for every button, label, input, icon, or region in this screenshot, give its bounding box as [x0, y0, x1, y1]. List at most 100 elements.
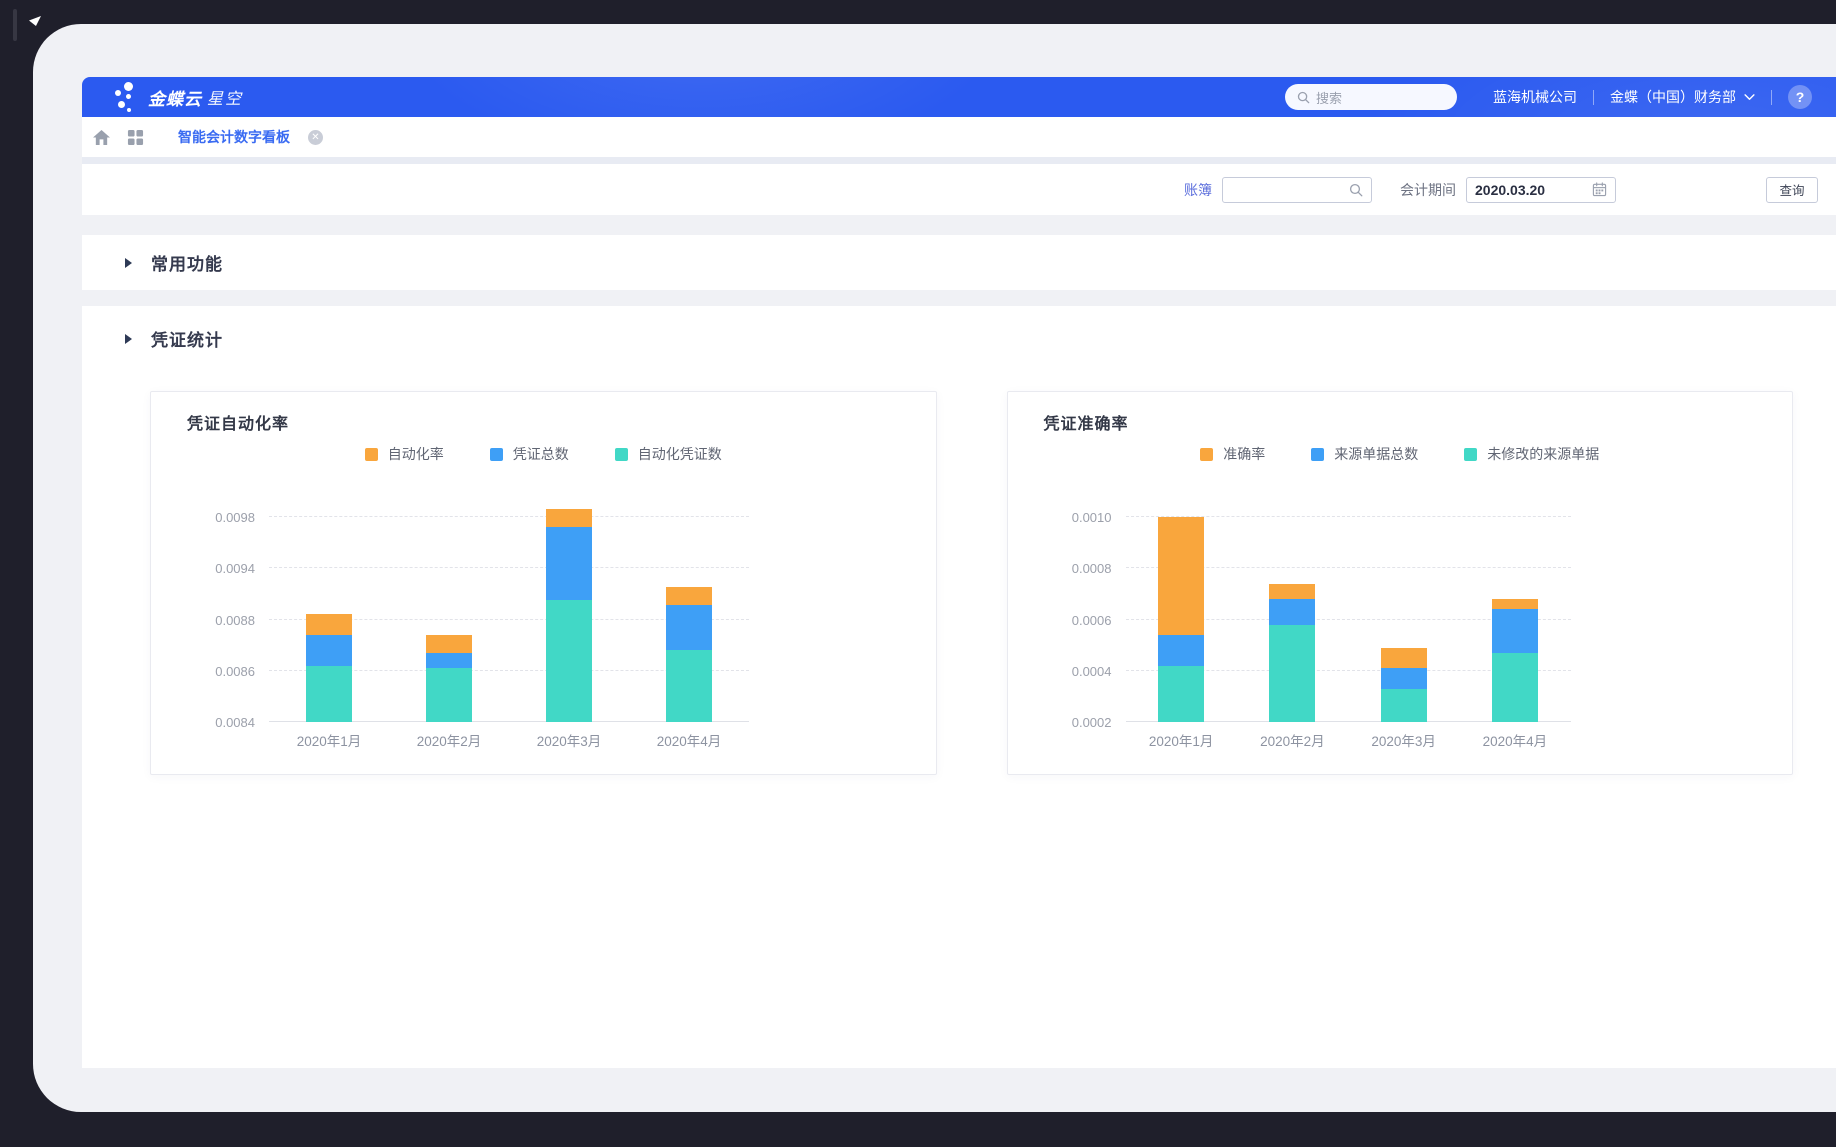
bar-slot [1459, 490, 1570, 722]
expand-arrow-icon[interactable] [125, 258, 132, 268]
y-tick-label: 0.0004 [1042, 664, 1112, 679]
tab-smart-accounting-dashboard[interactable]: 智能会计数字看板 ✕ [178, 127, 323, 147]
bar-segment [1269, 584, 1315, 599]
y-tick-label: 0.0010 [1042, 510, 1112, 525]
chart-card-automation-rate: 凭证自动化率 自动化率凭证总数自动化凭证数 0.00840.00860.0088… [150, 391, 937, 775]
legend-swatch-icon [615, 448, 628, 461]
x-tick-label: 2020年3月 [1348, 730, 1459, 750]
x-axis-labels: 2020年1月2020年2月2020年3月2020年4月 [1126, 730, 1571, 750]
legend-item[interactable]: 自动化率 [365, 444, 444, 464]
x-axis-labels: 2020年1月2020年2月2020年3月2020年4月 [269, 730, 749, 750]
y-tick-label: 0.0008 [1042, 561, 1112, 576]
bar-segment [1158, 666, 1204, 722]
user-org-dropdown[interactable]: 金蝶（中国）财务部 [1610, 87, 1755, 107]
period-input[interactable] [1475, 182, 1592, 198]
book-lookup-field[interactable] [1222, 177, 1372, 203]
bar-segment [666, 587, 712, 605]
stacked-bar[interactable] [666, 587, 712, 722]
common-functions-title: 常用功能 [151, 250, 223, 275]
chart-title: 凭证自动化率 [187, 410, 289, 434]
legend-label: 自动化率 [388, 444, 444, 464]
bar-slot [1237, 490, 1348, 722]
legend-item[interactable]: 准确率 [1200, 444, 1265, 464]
legend-swatch-icon [490, 448, 503, 461]
search-icon [1297, 91, 1310, 104]
legend-swatch-icon [1464, 448, 1477, 461]
legend-label: 来源单据总数 [1334, 444, 1418, 464]
x-tick-label: 2020年2月 [1237, 730, 1348, 750]
bar-segment [546, 600, 592, 722]
app-grid-icon[interactable] [118, 117, 152, 157]
help-icon[interactable]: ? [1788, 85, 1812, 109]
legend-item[interactable]: 来源单据总数 [1311, 444, 1418, 464]
tab-label: 智能会计数字看板 [178, 127, 290, 147]
bar-segment [546, 509, 592, 527]
legend-label: 凭证总数 [513, 444, 569, 464]
y-tick-label: 0.0088 [185, 613, 255, 628]
y-tick-label: 0.0086 [185, 664, 255, 679]
bar-segment [666, 605, 712, 650]
stacked-bar[interactable] [1269, 584, 1315, 722]
logo-text-bold: 金蝶云 [148, 85, 202, 110]
panel-common-functions: 常用功能 [82, 235, 1836, 290]
bar-segment [306, 666, 352, 722]
book-input[interactable] [1231, 182, 1349, 198]
bar-segment [1381, 689, 1427, 722]
nav-divider [1593, 90, 1594, 105]
period-date-field[interactable] [1466, 177, 1616, 203]
calendar-icon[interactable] [1592, 182, 1607, 197]
period-label: 会计期间 [1400, 180, 1456, 200]
voucher-statistics-header[interactable]: 凭证统计 [82, 306, 1836, 351]
common-functions-header[interactable]: 常用功能 [82, 250, 223, 275]
y-tick-label: 0.0002 [1042, 715, 1112, 730]
x-tick-label: 2020年1月 [269, 730, 389, 750]
legend-item[interactable]: 自动化凭证数 [615, 444, 722, 464]
bar-segment [1269, 625, 1315, 722]
bar-slot [269, 490, 389, 722]
bar-segment [426, 635, 472, 653]
stacked-bar[interactable] [426, 635, 472, 722]
plot-area: 0.00840.00860.00880.00940.0098 [269, 490, 749, 722]
bar-segment [1492, 599, 1538, 609]
section-divider [82, 157, 1836, 164]
stacked-bar[interactable] [1492, 599, 1538, 722]
chart-legend: 自动化率 凭证总数 自动化凭证数 [151, 444, 936, 464]
nav-divider [1771, 90, 1772, 105]
chart-legend: 准确率 来源单据总数 未修改的来源单据 [1008, 444, 1793, 464]
company-name[interactable]: 蓝海机械公司 [1493, 87, 1577, 107]
bar-segment [426, 668, 472, 722]
lookup-search-icon[interactable] [1349, 183, 1363, 197]
home-icon[interactable] [84, 117, 118, 157]
y-tick-label: 0.0006 [1042, 613, 1112, 628]
stacked-bar[interactable] [546, 509, 592, 722]
stacked-bar[interactable] [1381, 648, 1427, 722]
screenshot-stage: { "navbar": { "logo_text_bold": "金蝶云", "… [0, 0, 1836, 1147]
x-tick-label: 2020年3月 [509, 730, 629, 750]
legend-label: 准确率 [1223, 444, 1265, 464]
expand-arrow-icon[interactable] [125, 334, 132, 344]
legend-label: 自动化凭证数 [638, 444, 722, 464]
stacked-bar[interactable] [306, 614, 352, 722]
bar-slot [1348, 490, 1459, 722]
filter-bar: 账簿 会计期间 查询 [82, 164, 1836, 215]
tab-close-icon[interactable]: ✕ [308, 130, 323, 145]
legend-item[interactable]: 未修改的来源单据 [1464, 444, 1599, 464]
logo-text-light: 星空 [207, 85, 243, 109]
query-button[interactable]: 查询 [1766, 177, 1818, 203]
bar-segment [1158, 635, 1204, 666]
book-label: 账簿 [1184, 180, 1212, 200]
y-tick-label: 0.0084 [185, 715, 255, 730]
bar-segment [666, 650, 712, 722]
bar-segment [426, 653, 472, 668]
chevron-down-icon [1744, 94, 1755, 101]
stacked-bar[interactable] [1158, 517, 1204, 722]
bar-segment [306, 635, 352, 666]
chart-cards-row: 凭证自动化率 自动化率凭证总数自动化凭证数 0.00840.00860.0088… [150, 391, 1793, 775]
screen-edge-highlight [13, 9, 17, 41]
y-tick-label: 0.0094 [185, 561, 255, 576]
bar-segment [1381, 668, 1427, 689]
legend-swatch-icon [1200, 448, 1213, 461]
global-search-input[interactable]: 搜索 [1285, 84, 1457, 110]
bar-slot [509, 490, 629, 722]
legend-item[interactable]: 凭证总数 [490, 444, 569, 464]
